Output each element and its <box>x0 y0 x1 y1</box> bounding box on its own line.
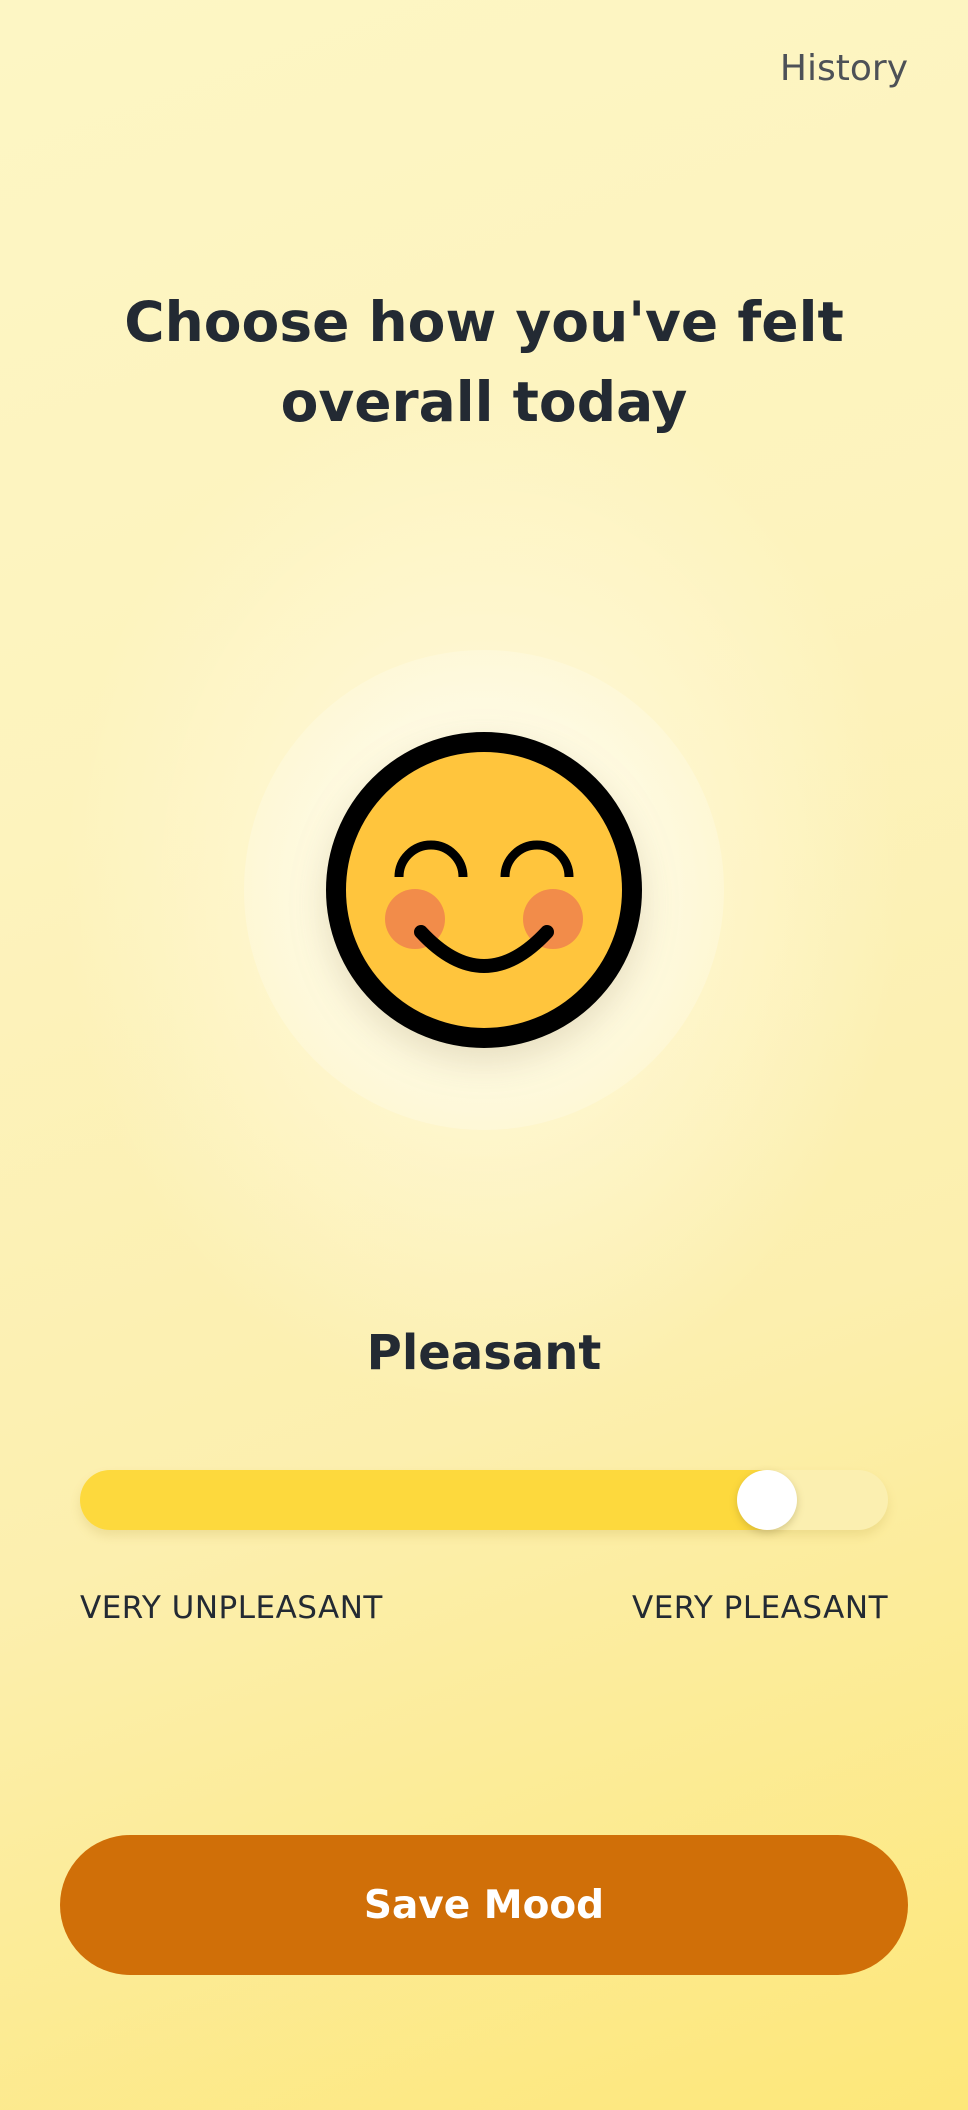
very-unpleasant-label: VERY UNPLEASANT <box>80 1590 383 1626</box>
mood-slider[interactable] <box>80 1470 888 1530</box>
save-mood-button[interactable]: Save Mood <box>60 1835 908 1975</box>
slider-thumb[interactable] <box>736 1470 797 1530</box>
very-pleasant-label: VERY PLEASANT <box>632 1590 888 1626</box>
mood-label: Pleasant <box>366 1325 602 1381</box>
history-link[interactable]: History <box>780 48 908 89</box>
page-title: Choose how you've felt overall today <box>124 290 844 434</box>
emoji-face <box>326 732 642 1048</box>
smiling-face-with-blush-icon <box>326 732 642 1048</box>
slider-fill <box>80 1470 767 1530</box>
